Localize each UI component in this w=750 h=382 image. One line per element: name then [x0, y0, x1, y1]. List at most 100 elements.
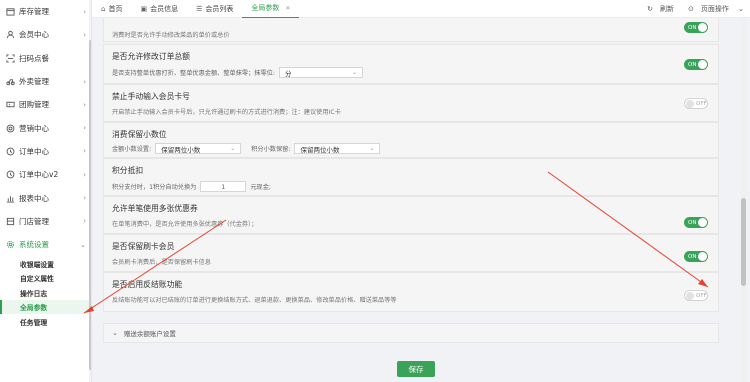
setting-desc: 反结账功能可以对已结账的订单进行更换结账方式、退菜退款、更换菜品、修改菜品价格、…	[112, 297, 397, 304]
setting-row: 是否支持整单优惠打折、整单优惠金额、整单抹零；抹零位: 分 ⌄	[112, 67, 710, 78]
sidebar-item-label: 订单中心	[19, 146, 49, 156]
toggle-switch[interactable]: OFF	[684, 290, 708, 301]
page-ops-button[interactable]: ⊙ 页面操作 ⌄	[681, 4, 744, 14]
chevron-right-icon: ›	[83, 194, 86, 203]
refresh-button[interactable]: ↻ 刷新	[640, 4, 674, 14]
points-rate-prefix: 积分支付时，1积分自动兑换为	[112, 184, 197, 191]
chevron-right-icon: ›	[83, 100, 86, 109]
bike-icon	[6, 77, 15, 86]
tab-member-list[interactable]: ☰ 会员列表	[187, 0, 242, 18]
amount-decimal-label: 金额小数设置:	[112, 146, 152, 153]
setting-desc: 会员刷卡消费后，是否保留刷卡信息	[112, 259, 211, 266]
sidebar-menu: 库存管理 › 会员中心 › 扫码点餐 外卖管理 › 团购管理 › 营销中心 ›	[0, 0, 91, 256]
setting-row: 金额小数设置: 保留两位小数 ⌄ 积分小数保留: 保留两位小数 ⌄	[112, 143, 710, 154]
system-settings-submenu: 收银端设置 自定义属性 操作日志 全局参数 任务管理	[0, 256, 91, 329]
amount-decimal-select[interactable]: 保留两位小数 ⌄	[155, 143, 242, 154]
toggle-switch[interactable]: ON	[684, 217, 708, 228]
setting-reverse-checkout: 是否启用反结账功能 反结账功能可以对已结账的订单进行更换结账方式、退菜退款、更换…	[103, 272, 719, 312]
sidebar-item-label: 团购管理	[19, 100, 49, 110]
chevron-down-icon: ⌄	[738, 4, 744, 13]
tab-bar: ⌂ 首页 ▣ 会员信息 ☰ 会员列表 全局参数 ✕ ↻ 刷新 ⊙ 页面操作 ⌄	[92, 0, 750, 18]
submenu-item-global-params[interactable]: 全局参数	[0, 299, 91, 315]
toggle-switch[interactable]: ON	[684, 22, 708, 33]
points-rate-input[interactable]: 1	[200, 181, 247, 192]
setting-title: 是否启用反结账功能	[112, 280, 183, 289]
sidebar-item-label: 订单中心v2	[19, 170, 59, 180]
chevron-down-icon: ⌄	[351, 69, 357, 76]
setting-desc: 在单笔消费中，是否允许使用多张优惠券（代金券）；	[112, 221, 258, 228]
setting-row: 积分支付时，1积分自动兑换为 1 元现金;	[112, 181, 710, 192]
setting-modify-price: 消费时是否允许手动修改菜品的单价或总价 ON	[103, 18, 719, 42]
main-scrollbar[interactable]	[741, 18, 746, 382]
sidebar-item-orders[interactable]: 订单中心 ›	[0, 140, 91, 163]
refresh-label: 刷新	[660, 4, 675, 13]
sidebar-item-reports[interactable]: 报表中心 ›	[0, 186, 91, 209]
chevron-right-icon: ›	[83, 170, 86, 179]
gift-balance-section-header[interactable]: ⌄ 赠送余额账户设置	[103, 323, 719, 343]
tab-member-info[interactable]: ▣ 会员信息	[131, 0, 187, 18]
setting-title: 允许单笔使用多张优惠券	[112, 204, 198, 213]
main-content: 消费时是否允许手动修改菜品的单价或总价 ON 是否允许修改订单总额 是否支持整单…	[92, 18, 750, 382]
points-decimal-label: 积分小数保留:	[251, 146, 291, 153]
chevron-down-icon: ⌄	[369, 145, 375, 152]
tab-label: 首页	[108, 4, 123, 13]
scan-icon	[6, 54, 15, 63]
sidebar-item-orders-v2[interactable]: 订单中心v2 ›	[0, 163, 91, 186]
submenu-item-custom-attributes[interactable]: 自定义属性	[0, 271, 91, 286]
store-icon	[6, 217, 15, 226]
toggle-switch[interactable]: ON	[684, 59, 708, 70]
toggle-switch[interactable]: OFF	[684, 98, 708, 109]
sidebar-item-takeout[interactable]: 外卖管理 ›	[0, 70, 91, 93]
sidebar-item-system-settings[interactable]: 系统设置 ⌄	[0, 233, 91, 256]
setting-desc: 开启禁止手动输入会员卡号后，只允许通过刷卡的方式进行消费；注：建议使用IC卡	[112, 109, 341, 116]
setting-title: 消费保留小数位	[112, 130, 167, 139]
sidebar-item-inventory[interactable]: 库存管理 ›	[0, 0, 91, 23]
tab-label: 全局参数	[251, 4, 280, 12]
home-icon: ⌂	[101, 4, 106, 13]
submenu-item-cashier-settings[interactable]: 收银端设置	[0, 256, 91, 271]
close-icon[interactable]: ✕	[285, 5, 290, 12]
tab-label: 会员列表	[205, 4, 234, 13]
order-v2-icon	[6, 170, 15, 179]
rounding-select[interactable]: 分 ⌄	[278, 67, 363, 78]
sidebar-item-stores[interactable]: 门店管理 ›	[0, 210, 91, 233]
sidebar-item-label: 库存管理	[19, 7, 49, 17]
sidebar-item-label: 报表中心	[19, 193, 49, 203]
refresh-icon: ↻	[647, 4, 654, 13]
sidebar-item-scan-order[interactable]: 扫码点餐	[0, 47, 91, 70]
sidebar-item-marketing[interactable]: 营销中心 ›	[0, 116, 91, 139]
setting-title: 禁止手动输入会员卡号	[112, 92, 190, 101]
points-decimal-select[interactable]: 保留两位小数 ⌄	[294, 143, 381, 154]
tab-global-params[interactable]: 全局参数 ✕	[242, 0, 300, 18]
submenu-item-task-management[interactable]: 任务管理	[0, 314, 91, 329]
setting-title: 是否允许修改订单总额	[112, 52, 190, 61]
sidebar-item-member-center[interactable]: 会员中心 ›	[0, 23, 91, 46]
sidebar-item-label: 会员中心	[19, 30, 49, 40]
toggle-switch[interactable]: ON	[684, 251, 708, 262]
chevron-down-icon: ⌄	[80, 240, 86, 249]
chevron-down-icon: ⌄	[112, 329, 118, 337]
submenu-item-operation-log[interactable]: 操作日志	[0, 285, 91, 300]
main-scrollbar-thumb[interactable]	[741, 198, 746, 286]
chevron-right-icon: ›	[83, 30, 86, 39]
save-button[interactable]: 保存	[397, 361, 435, 377]
setting-desc: 消费时是否允许手动修改菜品的单价或总价	[112, 32, 230, 39]
sidebar-item-group-buy[interactable]: 团购管理 ›	[0, 93, 91, 116]
select-value: 保留两位小数	[300, 145, 340, 154]
chevron-right-icon: ›	[83, 217, 86, 226]
chevron-down-icon: ⌄	[230, 145, 236, 152]
setting-decimal-places: 消费保留小数位 金额小数设置: 保留两位小数 ⌄ 积分小数保留: 保留两位小数 ⌄	[103, 122, 719, 158]
select-value: 保留两位小数	[161, 145, 201, 154]
member-icon: ▣	[140, 4, 148, 13]
target-icon	[6, 124, 15, 133]
list-icon: ☰	[196, 4, 203, 13]
setting-points-deduction: 积分抵扣 积分支付时，1积分自动兑换为 1 元现金;	[103, 158, 719, 196]
tab-home[interactable]: ⌂ 首页	[92, 0, 131, 18]
order-icon	[6, 147, 15, 156]
sidebar: 库存管理 › 会员中心 › 扫码点餐 外卖管理 › 团购管理 › 营销中心 ›	[0, 0, 92, 382]
chevron-right-icon: ›	[83, 77, 86, 86]
setting-desc: 是否支持整单优惠打折、整单优惠金额、整单抹零；抹零位:	[112, 70, 275, 77]
page-ops-label: 页面操作	[700, 4, 729, 13]
topbar-actions: ↻ 刷新 ⊙ 页面操作 ⌄	[633, 4, 750, 14]
chevron-right-icon: ›	[83, 7, 86, 16]
